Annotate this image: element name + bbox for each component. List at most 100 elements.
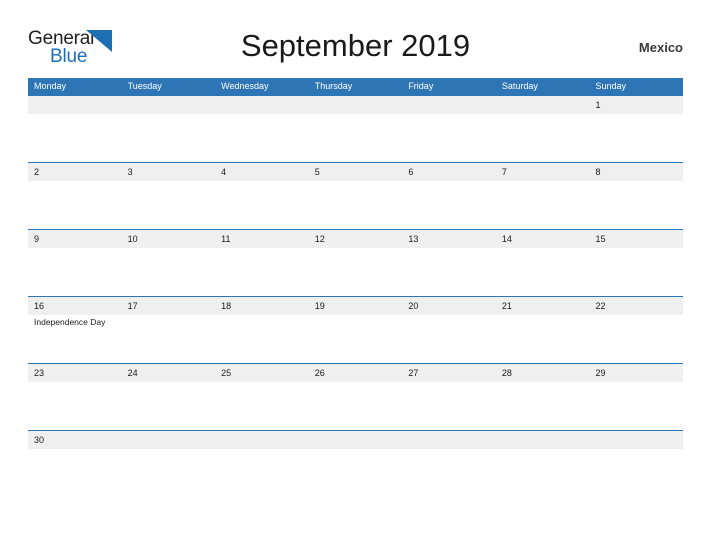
calendar-day-cell[interactable]: 10 <box>122 230 216 297</box>
weekday-header-tuesday: Tuesday <box>127 81 162 91</box>
weekday-header-wednesday: Wednesday <box>221 81 269 91</box>
calendar-day-cell[interactable]: 28 <box>496 364 590 431</box>
day-event-label <box>408 315 496 316</box>
day-event-label <box>595 315 683 316</box>
calendar-day-cell[interactable] <box>122 431 216 498</box>
day-event-label <box>595 114 683 115</box>
day-number: 2 <box>34 167 40 177</box>
day-event-label <box>221 449 309 450</box>
day-number: 13 <box>408 234 419 244</box>
calendar-week-row: 16 Independence Day 17 18 19 20 21 22 <box>28 296 683 363</box>
calendar-day-cell[interactable]: 13 <box>402 230 496 297</box>
calendar-week-row: 30 <box>28 430 683 497</box>
calendar-day-cell[interactable]: 16 Independence Day <box>28 297 122 364</box>
calendar-day-cell[interactable]: 14 <box>496 230 590 297</box>
calendar-day-cell[interactable]: 4 <box>215 163 309 230</box>
day-number: 21 <box>501 301 512 311</box>
calendar-day-cell[interactable]: 25 <box>215 364 309 431</box>
calendar-day-cell[interactable]: 22 <box>589 297 683 364</box>
day-number: 4 <box>221 167 227 177</box>
calendar-day-cell[interactable]: 24 <box>122 364 216 431</box>
calendar-week-row: 1 <box>28 95 683 162</box>
day-event-label <box>221 181 309 182</box>
calendar-day-cell[interactable] <box>28 96 122 163</box>
day-number <box>315 431 403 449</box>
calendar-grid: Monday Tuesday Wednesday Thursday Friday… <box>28 78 683 497</box>
calendar-day-cell[interactable]: 2 <box>28 163 122 230</box>
day-event-label <box>128 382 216 383</box>
day-number <box>408 96 496 114</box>
calendar-day-cell[interactable]: 12 <box>309 230 403 297</box>
calendar-day-cell[interactable]: 3 <box>122 163 216 230</box>
day-number: 28 <box>501 368 512 378</box>
calendar-day-cell[interactable]: 15 <box>589 230 683 297</box>
day-event-label <box>34 449 122 450</box>
day-event-label <box>502 382 590 383</box>
day-event-label <box>34 248 122 249</box>
day-event-label <box>408 248 496 249</box>
calendar-day-cell[interactable] <box>402 96 496 163</box>
day-event-label <box>502 315 590 316</box>
day-event-label <box>502 181 590 182</box>
day-event-label <box>315 181 403 182</box>
day-event-label <box>221 382 309 383</box>
calendar-day-cell[interactable]: 19 <box>309 297 403 364</box>
day-number: 29 <box>595 368 606 378</box>
calendar-day-cell[interactable]: 1 <box>589 96 683 163</box>
calendar-day-cell[interactable] <box>589 431 683 498</box>
day-event-label <box>595 181 683 182</box>
day-number: 16 <box>34 301 45 311</box>
day-event-label <box>408 181 496 182</box>
day-event-label <box>315 449 403 450</box>
day-event-label <box>595 248 683 249</box>
calendar-day-cell[interactable]: 8 <box>589 163 683 230</box>
calendar-day-cell[interactable] <box>215 431 309 498</box>
calendar-week-row: 9 10 11 12 13 14 15 <box>28 229 683 296</box>
calendar-day-cell[interactable]: 5 <box>309 163 403 230</box>
day-event-label <box>502 114 590 115</box>
day-event-label <box>595 382 683 383</box>
day-number <box>128 431 216 449</box>
calendar-day-cell[interactable]: 17 <box>122 297 216 364</box>
calendar-day-cell[interactable] <box>309 431 403 498</box>
calendar-day-cell[interactable]: 9 <box>28 230 122 297</box>
calendar-day-cell[interactable]: 27 <box>402 364 496 431</box>
day-number: 20 <box>408 301 419 311</box>
day-number: 6 <box>408 167 414 177</box>
calendar-day-cell[interactable]: 11 <box>215 230 309 297</box>
day-event-label <box>408 449 496 450</box>
calendar-day-cell[interactable]: 18 <box>215 297 309 364</box>
calendar-day-cell[interactable] <box>122 96 216 163</box>
day-number: 10 <box>127 234 138 244</box>
day-event-label <box>128 248 216 249</box>
calendar-day-cell[interactable]: 30 <box>28 431 122 498</box>
day-number: 24 <box>127 368 138 378</box>
day-number: 22 <box>595 301 606 311</box>
calendar-day-cell[interactable]: 20 <box>402 297 496 364</box>
day-number <box>221 96 309 114</box>
weekday-header-sunday: Sunday <box>595 81 626 91</box>
calendar-day-cell[interactable]: 21 <box>496 297 590 364</box>
day-number: 19 <box>314 301 325 311</box>
calendar-day-cell[interactable]: 7 <box>496 163 590 230</box>
calendar-day-cell[interactable] <box>496 431 590 498</box>
day-number <box>34 96 122 114</box>
calendar-day-cell[interactable] <box>309 96 403 163</box>
calendar-day-cell[interactable] <box>496 96 590 163</box>
day-number: 5 <box>314 167 320 177</box>
calendar-day-cell[interactable] <box>402 431 496 498</box>
day-number: 17 <box>127 301 138 311</box>
day-number: 7 <box>501 167 507 177</box>
calendar-day-cell[interactable]: 26 <box>309 364 403 431</box>
day-number: 12 <box>314 234 325 244</box>
day-event-label <box>315 382 403 383</box>
day-number: 9 <box>34 234 40 244</box>
day-number: 23 <box>34 368 45 378</box>
day-number: 27 <box>408 368 419 378</box>
calendar-day-cell[interactable]: 29 <box>589 364 683 431</box>
calendar-day-cell[interactable]: 23 <box>28 364 122 431</box>
calendar-day-cell[interactable] <box>215 96 309 163</box>
day-event-label <box>34 114 122 115</box>
calendar-day-cell[interactable]: 6 <box>402 163 496 230</box>
day-number <box>128 96 216 114</box>
